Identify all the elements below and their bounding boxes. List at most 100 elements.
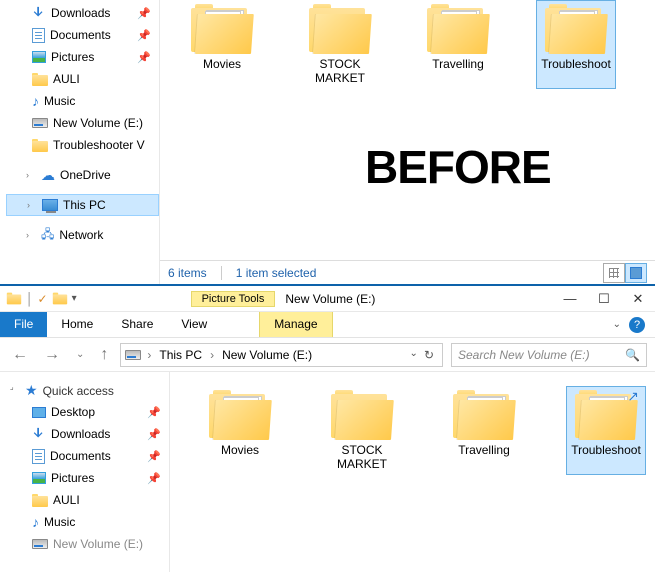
music-icon: ♪ xyxy=(32,514,39,530)
tree-documents[interactable]: Documents📌 xyxy=(6,24,159,46)
tree-label: New Volume (E:) xyxy=(53,537,143,551)
refresh-button[interactable]: ↻ xyxy=(424,348,434,362)
tab-file[interactable]: File xyxy=(0,312,47,337)
expand-ribbon-icon[interactable]: ⌄ xyxy=(613,319,621,330)
view-details-button[interactable] xyxy=(603,263,625,283)
folder-stockmarket[interactable]: STOCK MARKET xyxy=(300,0,380,89)
breadcrumb-newvolume[interactable]: New Volume (E:) xyxy=(220,348,314,362)
tree-auli[interactable]: AULI xyxy=(6,489,169,511)
star-icon: ★ xyxy=(25,382,38,399)
qat-dropdown-icon[interactable]: ▾ xyxy=(72,293,77,304)
tree-label: Music xyxy=(44,94,75,108)
drive-icon xyxy=(32,539,48,549)
tree-label: Quick access xyxy=(43,384,114,398)
pin-icon: 📌 xyxy=(147,406,161,419)
tree-pictures[interactable]: Pictures📌 xyxy=(6,467,169,489)
tree-label: Downloads xyxy=(51,6,110,20)
minimize-button[interactable]: — xyxy=(553,288,587,310)
context-tab-label: Picture Tools xyxy=(191,291,276,307)
folder-travelling[interactable]: Travelling xyxy=(418,0,498,89)
download-icon xyxy=(32,6,46,20)
folder-label: Troubleshoot xyxy=(541,57,611,71)
quick-access-toolbar: │ ✓ ▾ xyxy=(6,292,77,306)
folder-grid: Movies STOCK MARKET Travelling ↗ Trouble… xyxy=(200,386,655,475)
folder-icon xyxy=(32,494,48,507)
folder-stockmarket[interactable]: STOCK MARKET xyxy=(322,386,402,475)
nav-history-dropdown[interactable]: ⌄ xyxy=(72,349,88,360)
tree-music[interactable]: ♪ Music xyxy=(6,511,169,533)
tree-desktop[interactable]: Desktop 📌 xyxy=(6,401,169,423)
folder-large-icon xyxy=(427,4,489,54)
tree-onedrive[interactable]: › ☁ OneDrive xyxy=(6,164,159,186)
tree-downloads[interactable]: Downloads📌 xyxy=(6,2,159,24)
tree-newvolume[interactable]: New Volume (E:) xyxy=(6,533,169,555)
address-dropdown-icon[interactable]: ⌄ xyxy=(410,348,418,362)
chevron-right-icon: › xyxy=(26,230,36,240)
title-bar[interactable]: │ ✓ ▾ Picture Tools New Volume (E:) — ☐ … xyxy=(0,286,655,312)
tab-home[interactable]: Home xyxy=(47,312,107,337)
close-button[interactable]: ✕ xyxy=(621,288,655,310)
address-bar[interactable]: › This PC › New Volume (E:) ⌄ ↻ xyxy=(120,343,443,367)
drive-icon xyxy=(125,350,141,360)
breadcrumb-thispc[interactable]: This PC xyxy=(157,348,204,362)
window-controls: — ☐ ✕ xyxy=(553,288,655,310)
tree-label: Documents xyxy=(50,449,111,463)
nav-back-button[interactable]: ← xyxy=(8,346,32,364)
folder-troubleshoot[interactable]: Troubleshoot xyxy=(536,0,616,89)
nav-up-button[interactable]: ↑ xyxy=(96,346,112,364)
app-icon xyxy=(7,293,21,305)
content-area[interactable]: Movies STOCK MARKET Travelling ↗ Trouble… xyxy=(170,372,655,572)
divider-icon: │ xyxy=(26,292,34,306)
folder-icon[interactable] xyxy=(52,293,66,305)
pin-icon: 📌 xyxy=(137,29,151,42)
nav-forward-button[interactable]: → xyxy=(40,346,64,364)
folder-large-icon xyxy=(545,4,607,54)
bottom-explorer-window: │ ✓ ▾ Picture Tools New Volume (E:) — ☐ … xyxy=(0,286,655,572)
drive-icon xyxy=(32,118,48,128)
tab-share[interactable]: Share xyxy=(107,312,167,337)
folder-movies[interactable]: Movies xyxy=(200,386,280,475)
folder-label: Movies xyxy=(221,443,259,457)
tree-troubleshooter[interactable]: Troubleshooter V xyxy=(6,134,159,156)
top-explorer-window: Downloads📌 Documents📌 Pictures📌 AULI ♪ M… xyxy=(0,0,655,286)
tree-label: Desktop xyxy=(51,405,95,419)
status-selected: 1 item selected xyxy=(236,266,317,280)
search-placeholder: Search New Volume (E:) xyxy=(458,348,590,362)
tree-label: AULI xyxy=(53,72,80,86)
tab-view[interactable]: View xyxy=(167,312,221,337)
folder-large-icon: ↗ xyxy=(575,390,637,440)
pin-icon: 📌 xyxy=(137,51,151,64)
tree-thispc[interactable]: › This PC xyxy=(6,194,159,216)
music-icon: ♪ xyxy=(32,93,39,109)
help-button[interactable]: ? xyxy=(629,317,645,333)
chevron-down-icon: › xyxy=(8,383,22,397)
chevron-right-icon: › xyxy=(26,170,36,180)
nav-tree: Downloads📌 Documents📌 Pictures📌 AULI ♪ M… xyxy=(0,0,160,284)
chevron-right-icon: › xyxy=(27,200,37,210)
tree-network[interactable]: › 🖧 Network xyxy=(6,224,159,246)
tab-manage[interactable]: Manage xyxy=(259,312,332,337)
folder-movies[interactable]: Movies xyxy=(182,0,262,89)
tree-downloads[interactable]: Downloads📌 xyxy=(6,423,169,445)
view-large-icons-button[interactable] xyxy=(625,263,647,283)
tree-pictures[interactable]: Pictures📌 xyxy=(6,46,159,68)
tree-auli[interactable]: AULI xyxy=(6,68,159,90)
search-icon[interactable]: 🔍 xyxy=(625,348,640,362)
search-box[interactable]: Search New Volume (E:) 🔍 xyxy=(451,343,647,367)
content-area[interactable]: Movies STOCK MARKET Travelling Troublesh… xyxy=(160,0,655,284)
maximize-button[interactable]: ☐ xyxy=(587,288,621,310)
folder-large-icon xyxy=(209,390,271,440)
cloud-icon: ☁ xyxy=(41,167,55,184)
tree-music[interactable]: ♪ Music xyxy=(6,90,159,112)
folder-troubleshoot[interactable]: ↗ Troubleshoot xyxy=(566,386,646,475)
folder-large-icon xyxy=(453,390,515,440)
tree-newvolume[interactable]: New Volume (E:) xyxy=(6,112,159,134)
tree-label: OneDrive xyxy=(60,168,111,182)
folder-travelling[interactable]: Travelling xyxy=(444,386,524,475)
tree-quickaccess[interactable]: › ★ Quick access xyxy=(6,380,169,401)
folder-icon xyxy=(32,139,48,152)
tree-documents[interactable]: Documents📌 xyxy=(6,445,169,467)
document-icon xyxy=(32,449,45,464)
before-label: BEFORE xyxy=(365,140,551,194)
checkmark-icon[interactable]: ✓ xyxy=(38,292,48,306)
